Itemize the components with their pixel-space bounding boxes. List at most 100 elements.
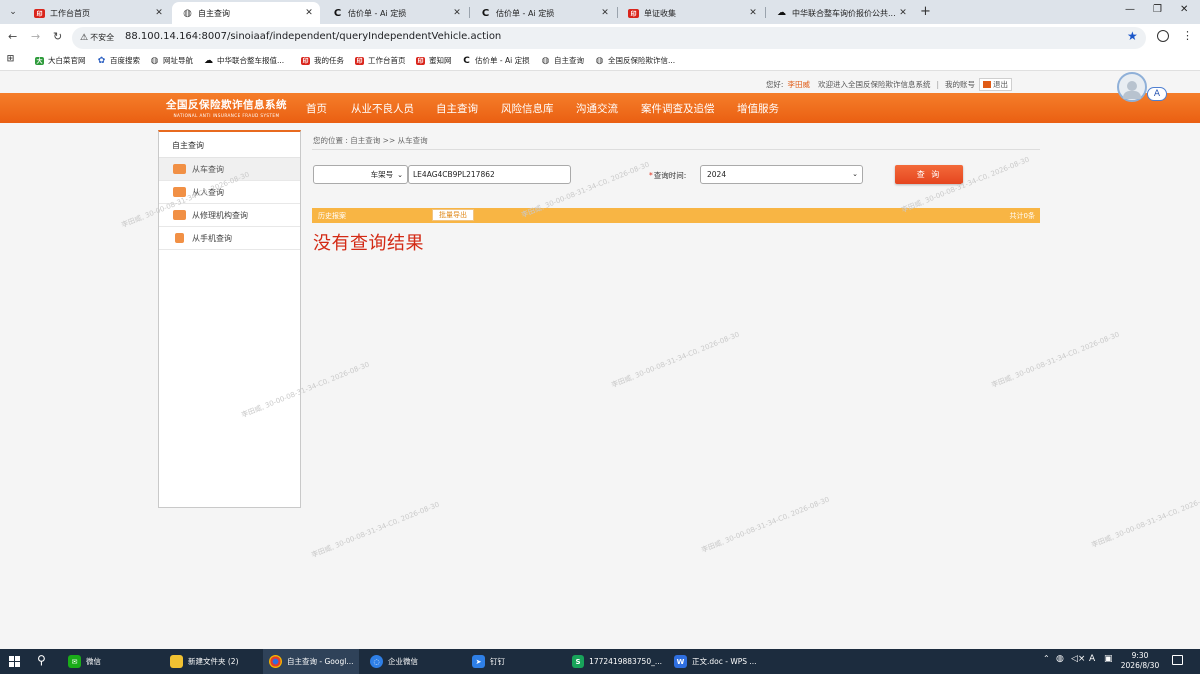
red-logo-icon: 印 — [34, 8, 45, 18]
windows-start-icon[interactable] — [9, 656, 20, 667]
my-account-link[interactable]: 我的账号 — [945, 79, 975, 90]
folder-icon — [170, 655, 183, 668]
globe-icon: ◍ — [541, 55, 550, 66]
vin-input[interactable] — [408, 165, 571, 184]
tab-vehicle-quote[interactable]: ☁ 中华联合整车询价报价公共... ✕ — [766, 2, 914, 24]
tab-search-chevron-icon[interactable]: ⌄ — [6, 5, 20, 19]
clock-date: 2026/8/30 — [1120, 661, 1160, 670]
close-icon[interactable]: ✕ — [600, 8, 610, 18]
bookmark-item[interactable]: C 估价单 - Ai 定损 — [462, 55, 529, 66]
volume-icon[interactable]: ◁× — [1071, 654, 1085, 664]
omnibox[interactable]: ⚠ 不安全 88.100.14.164:8007/sinoiaaf/indepe… — [72, 27, 1146, 49]
search-form: 车架号 ⌄ *查询时间: 2024 ⌄ 查 询 — [312, 165, 1040, 187]
back-arrow-icon[interactable]: ← — [8, 30, 17, 43]
sidebar-item-label: 从人查询 — [192, 187, 224, 197]
close-icon[interactable]: ✕ — [304, 8, 314, 18]
close-icon[interactable]: ✕ — [898, 8, 908, 18]
taskbar-app-wecom[interactable]: ◌ 企业微信 — [364, 649, 458, 674]
ai-logo-icon: C — [333, 7, 342, 19]
year-select[interactable]: 2024 ⌄ — [700, 165, 863, 184]
close-icon[interactable]: ✕ — [154, 8, 164, 18]
search-type-select[interactable]: 车架号 ⌄ — [313, 165, 408, 184]
nav-self-query[interactable]: 自主查询 — [436, 101, 478, 116]
tab-self-query[interactable]: ◍ 自主查询 ✕ — [172, 2, 320, 24]
taskbar-app-chrome[interactable]: 自主查询 - Googl... — [263, 649, 359, 674]
address-bar: ← → ↻ ⚠ 不安全 88.100.14.164:8007/sinoiaaf/… — [0, 24, 1200, 52]
globe-icon: ◍ — [183, 7, 192, 19]
nav-case-investigation[interactable]: 案件调查及追偿 — [641, 101, 715, 116]
batch-export-button[interactable]: 批量导出 — [432, 209, 474, 221]
close-icon[interactable]: ✕ — [748, 8, 758, 18]
sidebar-item-phone-query[interactable]: 从手机查询 — [159, 227, 300, 250]
system-clock[interactable]: 9:30 2026/8/30 — [1118, 651, 1162, 671]
tab-title: 估价单 - Ai 定损 — [496, 8, 555, 18]
ime-indicator[interactable]: A — [1089, 654, 1095, 664]
logout-button[interactable]: 退出 — [979, 78, 1012, 91]
restore-icon[interactable]: ❐ — [1153, 4, 1162, 15]
nav-risk-database[interactable]: 风险信息库 — [501, 101, 554, 116]
query-button[interactable]: 查 询 — [895, 165, 963, 184]
taskbar-app-folder[interactable]: 新建文件夹 (2) — [164, 649, 258, 674]
taskbar-app-dingtalk[interactable]: ➤ 钉钉 — [466, 649, 560, 674]
query-time-text: 查询时间: — [653, 171, 687, 180]
security-indicator[interactable]: ⚠ 不安全 — [80, 32, 114, 43]
tab-workbench[interactable]: 印 工作台首页 ✕ — [24, 2, 170, 24]
results-title: 历史报案 — [318, 212, 346, 220]
search-icon[interactable]: ⚲ — [37, 653, 46, 667]
bookmark-star-icon[interactable]: ★ — [1127, 29, 1138, 43]
reload-icon[interactable]: ↻ — [53, 30, 62, 43]
taskbar-app-wechat[interactable]: ✉ 微信 — [62, 649, 154, 674]
tab-estimate-2[interactable]: C 估价单 - Ai 定损 ✕ — [470, 2, 616, 24]
bookmark-item[interactable]: ☁ 中华联合整车报值... — [204, 55, 284, 66]
notification-icon[interactable] — [1172, 655, 1183, 665]
browser-menu-icon[interactable]: ⋮ — [1182, 29, 1193, 42]
bookmark-item[interactable]: 印工作台首页 — [355, 55, 406, 66]
tab-estimate-1[interactable]: C 估价单 - Ai 定损 ✕ — [322, 2, 468, 24]
close-icon[interactable]: ✕ — [452, 8, 462, 18]
taskbar-app-wps-writer[interactable]: W 正文.doc - WPS ... — [668, 649, 764, 674]
ai-logo-icon: C — [463, 55, 470, 66]
new-tab-plus-icon[interactable]: + — [920, 4, 931, 20]
nav-value-added[interactable]: 增值服务 — [737, 101, 779, 116]
sidebar-item-vehicle-query[interactable]: 从车查询 — [159, 158, 300, 181]
username[interactable]: 李田威 — [787, 79, 810, 90]
chevron-down-icon: ⌄ — [397, 170, 403, 179]
query-time-label: *查询时间: — [649, 170, 686, 181]
user-avatar[interactable] — [1117, 72, 1147, 102]
nav-home[interactable]: 首页 — [306, 101, 327, 116]
url-text[interactable]: 88.100.14.164:8007/sinoiaaf/independent/… — [125, 31, 501, 42]
bookmark-item[interactable]: ✿ 百度搜索 — [97, 55, 140, 66]
bookmark-item[interactable]: 大大白菜官网 — [35, 55, 86, 66]
bookmark-item[interactable]: 印蜜知网 — [416, 55, 452, 66]
bookmark-item[interactable]: ◍ 网址导航 — [150, 55, 193, 66]
red-logo-icon: 印 — [355, 56, 364, 65]
welcome-text: 欢迎进入全国反保险欺诈信息系统 — [817, 80, 931, 89]
car-logo-icon: ☁ — [204, 55, 213, 66]
watermark: 李田威, 30-00-08-31-34-C0, 2026-08-30 — [1090, 490, 1200, 550]
avatar-badge[interactable]: A — [1147, 87, 1167, 101]
minimize-icon[interactable]: — — [1125, 4, 1135, 15]
bookmark-item[interactable]: ◍ 全国反保险欺诈信... — [595, 55, 676, 66]
apps-grid-icon[interactable]: ⊞ — [6, 54, 19, 64]
input-method-icon[interactable]: ▣ — [1104, 654, 1113, 664]
bookmarks-bar: ⊞ 大大白菜官网 ✿ 百度搜索 ◍ 网址导航 ☁ 中华联合整车报值... 印我的任务 … — [0, 52, 1200, 71]
results-header-bar: 历史报案 批量导出 共计0条 — [312, 208, 1040, 223]
bookmark-label: 自主查询 — [554, 56, 584, 65]
red-logo-icon: 印 — [416, 56, 425, 65]
chevron-up-icon[interactable]: ⌃ — [1043, 654, 1050, 663]
network-globe-icon[interactable]: ◍ — [1056, 654, 1064, 664]
bookmark-label: 蜜知网 — [429, 56, 452, 65]
nav-bad-practitioners[interactable]: 从业不良人员 — [351, 101, 414, 116]
taskbar-app-spreadsheet[interactable]: S 1772419883750_... — [566, 649, 662, 674]
person-icon — [173, 187, 186, 197]
sidebar-item-repair-shop-query[interactable]: 从修理机构查询 — [159, 204, 300, 227]
bookmark-item[interactable]: 印我的任务 — [301, 55, 344, 66]
forward-arrow-icon[interactable]: → — [31, 30, 40, 43]
window-close-icon[interactable]: ✕ — [1180, 4, 1188, 15]
wechat-icon: ✉ — [68, 655, 81, 668]
bookmark-item[interactable]: ◍ 自主查询 — [541, 55, 584, 66]
tab-document-collection[interactable]: 印 单证收集 ✕ — [618, 2, 764, 24]
profile-icon[interactable] — [1157, 30, 1169, 42]
nav-communication[interactable]: 沟通交流 — [576, 101, 618, 116]
sidebar-item-person-query[interactable]: 从人查询 — [159, 181, 300, 204]
